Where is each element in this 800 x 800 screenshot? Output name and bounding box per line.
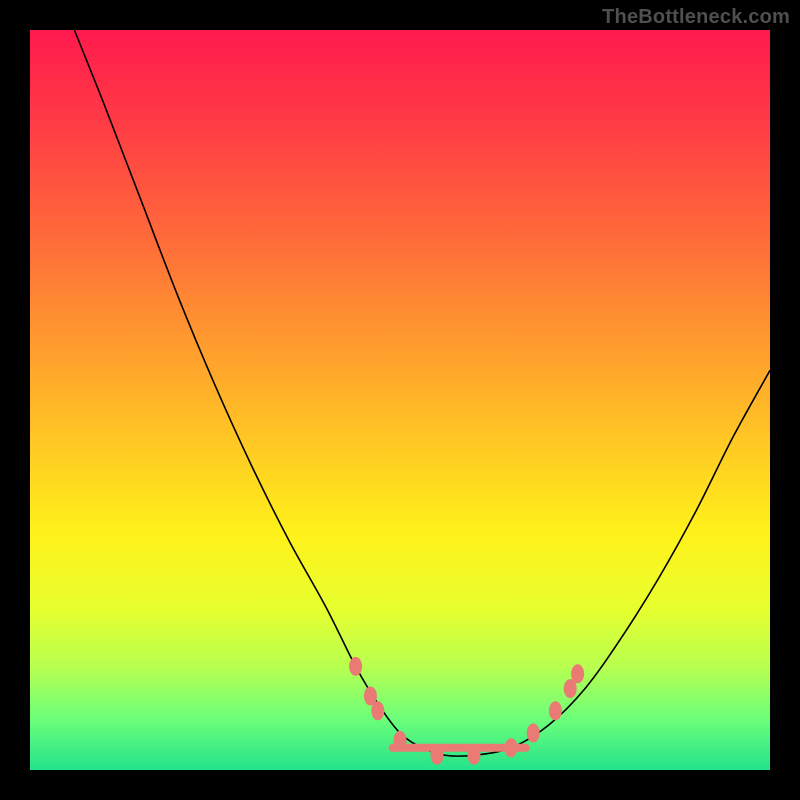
plot-area (30, 30, 770, 770)
marker-dot (549, 702, 561, 720)
marker-dot (372, 702, 384, 720)
curve-layer (30, 30, 770, 770)
bottleneck-curve (74, 30, 770, 756)
chart-frame: TheBottleneck.com (0, 0, 800, 800)
marker-dot (505, 739, 517, 757)
marker-dot (572, 665, 584, 683)
marker-dot (527, 724, 539, 742)
marker-dot (564, 680, 576, 698)
marker-dot (364, 687, 376, 705)
marker-dot (350, 657, 362, 675)
marker-dot (394, 731, 406, 749)
marker-dot (468, 746, 480, 764)
watermark-text: TheBottleneck.com (602, 6, 790, 29)
marker-dot (431, 746, 443, 764)
